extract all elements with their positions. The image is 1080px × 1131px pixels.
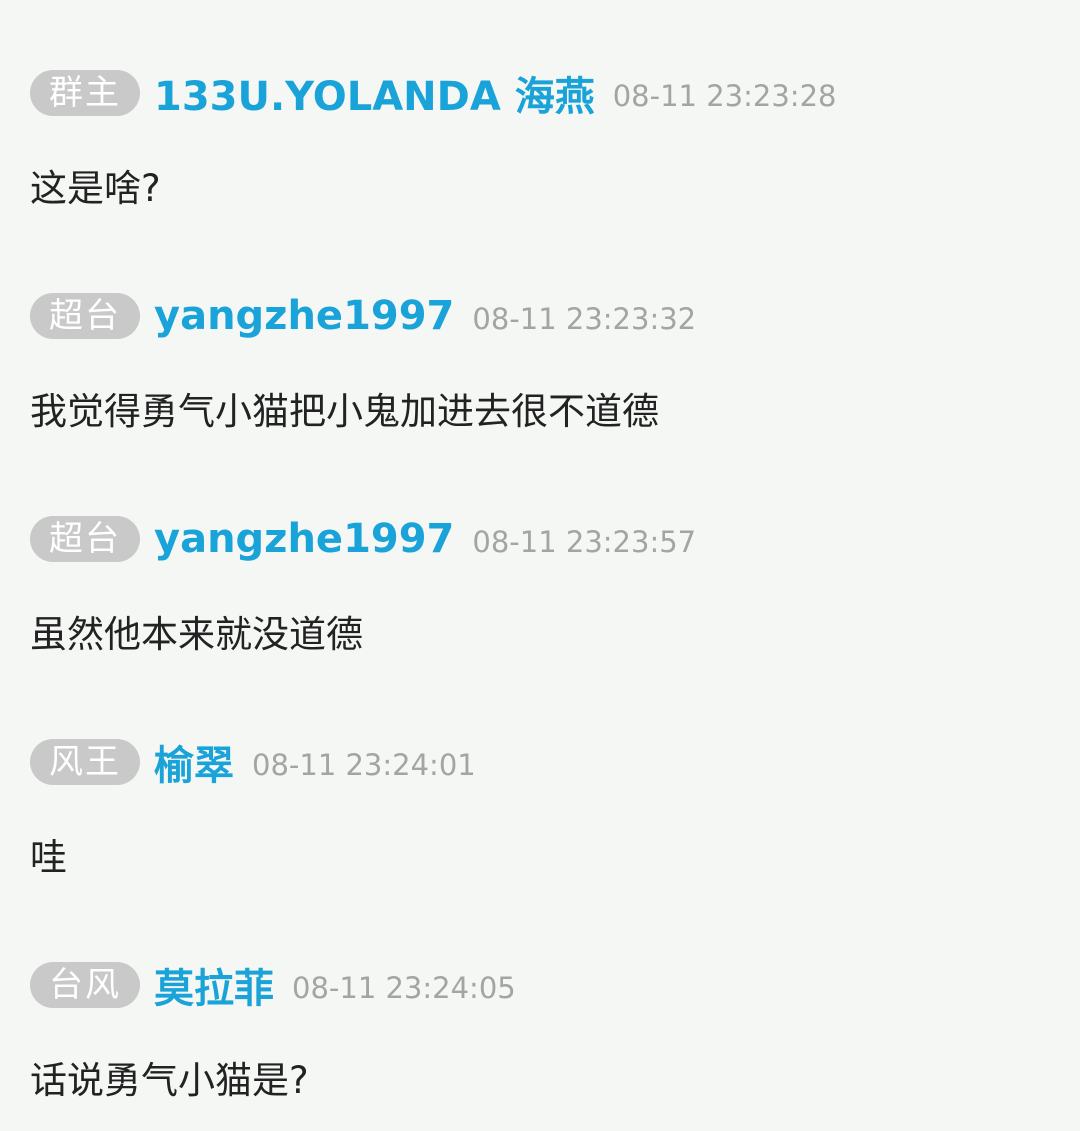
message-timestamp: 08-11 23:24:01 [252,748,476,782]
message-text[interactable]: 这是啥? [30,158,161,212]
member-title-badge: 超台 [30,516,140,562]
chat-message: 超台 yangzhe1997 08-11 23:23:57 虽然他本来就没道德 [30,514,1050,656]
member-title-badge: 群主 [30,70,140,116]
chat-message: 超台 yangzhe1997 08-11 23:23:32 我觉得勇气小猫把小鬼… [30,291,1050,433]
message-text[interactable]: 虽然他本来就没道德 [30,604,363,658]
message-timestamp: 08-11 23:24:05 [292,971,516,1005]
sender-username[interactable]: 133U.YOLANDA 海燕 [154,64,595,122]
sender-username[interactable]: 莫拉菲 [154,956,274,1014]
sender-username[interactable]: yangzhe1997 [154,516,454,562]
message-text[interactable]: 话说勇气小猫是? [30,1050,309,1104]
chat-message-list: 群主 133U.YOLANDA 海燕 08-11 23:23:28 这是啥? 超… [0,0,1080,1131]
sender-username[interactable]: yangzhe1997 [154,293,454,339]
message-timestamp: 08-11 23:23:32 [472,302,697,336]
message-timestamp: 08-11 23:23:57 [472,525,697,559]
chat-message: 台风 莫拉菲 08-11 23:24:05 话说勇气小猫是? [30,960,1050,1102]
message-header: 台风 莫拉菲 08-11 23:24:05 [30,960,1050,1012]
message-header: 超台 yangzhe1997 08-11 23:23:57 [30,514,1050,564]
message-header: 超台 yangzhe1997 08-11 23:23:32 [30,291,1050,341]
message-header: 群主 133U.YOLANDA 海燕 08-11 23:23:28 [30,68,1050,120]
message-text[interactable]: 我觉得勇气小猫把小鬼加进去很不道德 [30,381,659,435]
message-header: 风王 榆翠 08-11 23:24:01 [30,737,1050,789]
sender-username[interactable]: 榆翠 [154,733,234,791]
member-title-badge: 风王 [30,739,140,785]
member-title-badge: 超台 [30,293,140,339]
member-title-badge: 台风 [30,962,140,1008]
message-timestamp: 08-11 23:23:28 [612,79,837,113]
chat-message: 风王 榆翠 08-11 23:24:01 哇 [30,737,1050,879]
message-text[interactable]: 哇 [30,827,67,881]
chat-message: 群主 133U.YOLANDA 海燕 08-11 23:23:28 这是啥? [30,68,1050,210]
